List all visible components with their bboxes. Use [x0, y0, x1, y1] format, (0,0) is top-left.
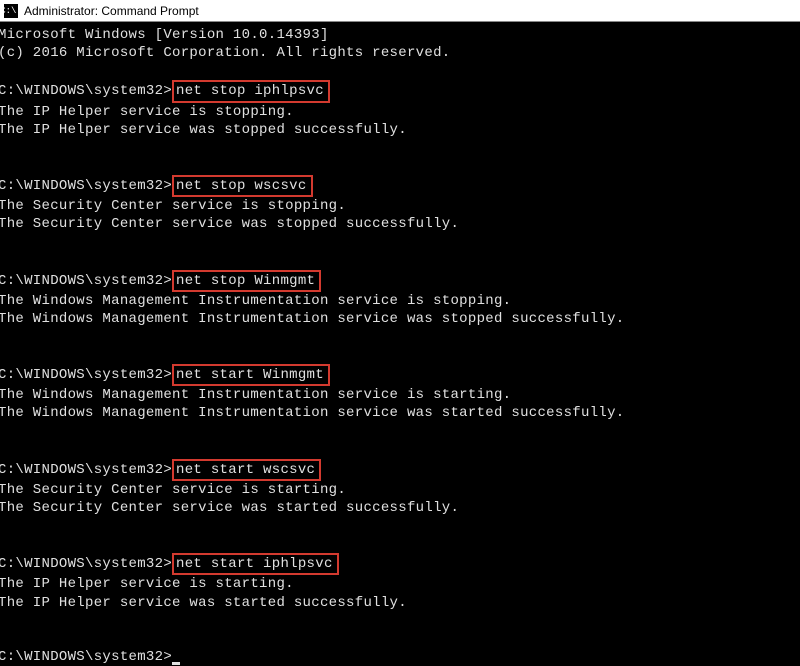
- output-line: The Windows Management Instrumentation s…: [0, 310, 800, 328]
- output-line: The Security Center service is stopping.: [0, 197, 800, 215]
- current-prompt[interactable]: C:\WINDOWS\system32>: [0, 648, 800, 666]
- prompt-text: C:\WINDOWS\system32>: [0, 462, 172, 478]
- window-title: Administrator: Command Prompt: [24, 4, 199, 18]
- cursor: [172, 662, 180, 665]
- highlight-box: net stop Winmgmt: [172, 270, 321, 292]
- output-line: The Security Center service was stopped …: [0, 215, 800, 233]
- window-titlebar[interactable]: C:\. Administrator: Command Prompt: [0, 0, 800, 22]
- highlight-box: net start iphlpsvc: [172, 553, 339, 575]
- prompt-text: C:\WINDOWS\system32>: [0, 178, 172, 194]
- cmd-line-6: C:\WINDOWS\system32>net start iphlpsvc: [0, 553, 800, 575]
- cmd-line-1: C:\WINDOWS\system32>net stop iphlpsvc: [0, 80, 800, 102]
- prompt-text: C:\WINDOWS\system32>: [0, 83, 172, 99]
- output-line: The IP Helper service is starting.: [0, 575, 800, 593]
- cmd-line-5: C:\WINDOWS\system32>net start wscsvc: [0, 459, 800, 481]
- output-line: The Security Center service was started …: [0, 499, 800, 517]
- highlight-box: net stop iphlpsvc: [172, 80, 330, 102]
- terminal-output[interactable]: Microsoft Windows [Version 10.0.14393] (…: [0, 22, 800, 666]
- cmd-line-4: C:\WINDOWS\system32>net start Winmgmt: [0, 364, 800, 386]
- highlight-box: net start wscsvc: [172, 459, 321, 481]
- copyright-line: (c) 2016 Microsoft Corporation. All righ…: [0, 44, 800, 62]
- output-line: The IP Helper service was started succes…: [0, 594, 800, 612]
- prompt-text: C:\WINDOWS\system32>: [0, 556, 172, 572]
- highlight-box: net stop wscsvc: [172, 175, 313, 197]
- output-line: The IP Helper service is stopping.: [0, 103, 800, 121]
- prompt-text: C:\WINDOWS\system32>: [0, 649, 172, 665]
- prompt-text: C:\WINDOWS\system32>: [0, 273, 172, 289]
- output-line: The Security Center service is starting.: [0, 481, 800, 499]
- prompt-text: C:\WINDOWS\system32>: [0, 367, 172, 383]
- output-line: The IP Helper service was stopped succes…: [0, 121, 800, 139]
- highlight-box: net start Winmgmt: [172, 364, 330, 386]
- version-line: Microsoft Windows [Version 10.0.14393]: [0, 26, 800, 44]
- output-line: The Windows Management Instrumentation s…: [0, 404, 800, 422]
- cmd-line-3: C:\WINDOWS\system32>net stop Winmgmt: [0, 270, 800, 292]
- output-line: The Windows Management Instrumentation s…: [0, 292, 800, 310]
- output-line: The Windows Management Instrumentation s…: [0, 386, 800, 404]
- cmd-icon: C:\.: [4, 4, 18, 18]
- cmd-line-2: C:\WINDOWS\system32>net stop wscsvc: [0, 175, 800, 197]
